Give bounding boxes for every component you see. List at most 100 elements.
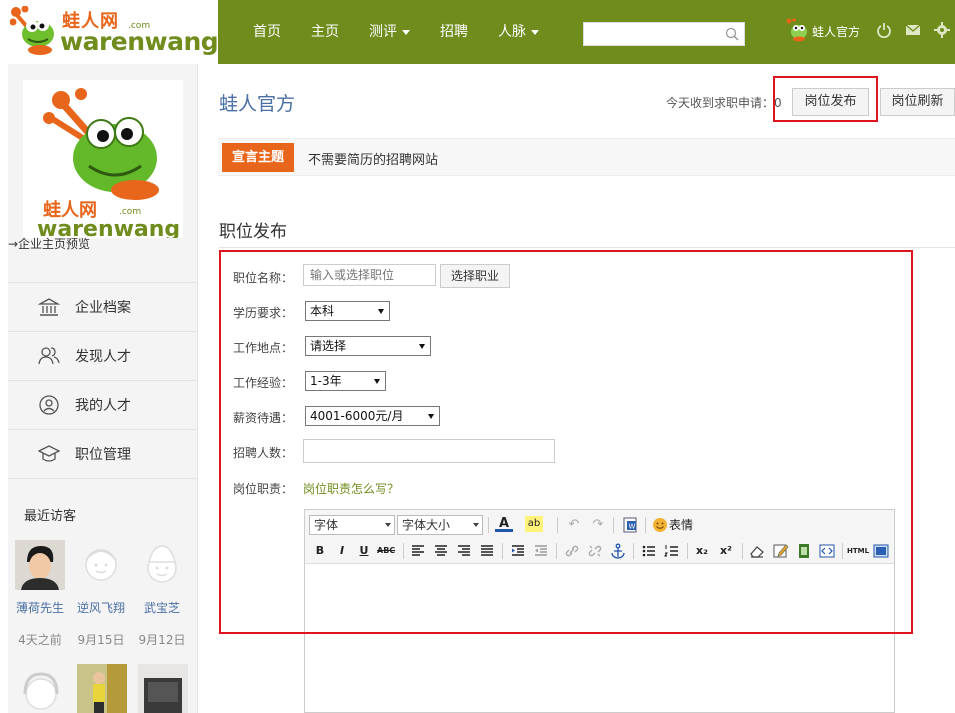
sidebar-item-my-talent[interactable]: 我的人才 [8, 381, 198, 430]
toolbar-divider [613, 517, 614, 533]
editor-toolbar: 字体 字体大小 A ab ↶ ↷ W 表情 B I U ABC x₂ x² HT… [305, 510, 894, 564]
search-icon[interactable] [725, 27, 739, 41]
nav-item-profile[interactable]: 主页 [296, 0, 354, 64]
nav-item-network[interactable]: 人脉 [483, 0, 554, 64]
anchor-icon[interactable] [609, 542, 627, 560]
code-icon[interactable] [818, 542, 836, 560]
visitor-avatar[interactable] [15, 540, 65, 590]
visitor-item[interactable]: 武宝芝 9月12日 [134, 540, 190, 648]
position-input[interactable] [303, 264, 436, 286]
align-right-icon[interactable] [455, 542, 473, 560]
slogan-text: 不需要简历的招聘网站 [308, 153, 439, 168]
nav-item-home[interactable]: 首页 [238, 0, 296, 64]
section-title: 职位发布 [219, 222, 287, 242]
superscript-icon[interactable]: x² [717, 542, 735, 560]
toolbar-divider [488, 517, 489, 533]
education-select[interactable]: 本科 [305, 301, 390, 321]
toolbar-divider [842, 543, 843, 559]
underline-icon[interactable]: U [355, 542, 373, 560]
nav-item-recruit[interactable]: 招聘 [425, 0, 483, 64]
position-label: 职位名称： [233, 271, 294, 285]
fullscreen-icon[interactable] [872, 542, 890, 560]
duty-label: 岗位职责： [233, 482, 294, 496]
company-logo[interactable]: 蛙人网 .com warenwang [23, 80, 183, 242]
redo-icon[interactable]: ↷ [589, 516, 607, 534]
html-source-icon[interactable]: HTML [847, 542, 869, 560]
eraser-icon[interactable] [748, 542, 766, 560]
company-homepage-preview-link[interactable]: →企业主页预览 [8, 235, 118, 252]
numbered-list-icon[interactable] [663, 542, 681, 560]
chevron-down-icon [473, 523, 479, 527]
gear-icon[interactable] [934, 22, 950, 38]
salary-select[interactable]: 4001-6000元/月 [305, 406, 440, 426]
bullet-list-icon[interactable] [640, 542, 658, 560]
align-center-icon[interactable] [432, 542, 450, 560]
emoji-icon[interactable] [651, 516, 669, 534]
italic-icon[interactable]: I [333, 542, 351, 560]
bank-icon [38, 298, 60, 316]
slogan-bar: 宣言主题 不需要简历的招聘网站 [218, 138, 955, 176]
paste-word-icon[interactable]: W [621, 516, 639, 534]
editor-content-area[interactable] [305, 564, 894, 713]
bold-icon[interactable]: B [311, 542, 329, 560]
experience-label: 工作经验： [233, 376, 294, 390]
search-box [583, 22, 745, 46]
visitor-item[interactable]: 逆风飞翔 9月15日 [73, 540, 129, 648]
choose-occupation-button[interactable]: 选择职业 [440, 264, 510, 288]
video-icon[interactable] [795, 542, 813, 560]
duty-help-link[interactable]: 岗位职责怎么写？ [303, 480, 399, 497]
user-name[interactable]: 蛙人官方 [812, 23, 860, 40]
people-icon [38, 347, 60, 365]
default-avatar-icon[interactable] [76, 540, 126, 590]
outdent-icon[interactable] [532, 542, 550, 560]
undo-icon[interactable]: ↶ [565, 516, 583, 534]
person-icon [39, 395, 59, 415]
visitor-avatar[interactable] [77, 664, 127, 713]
headcount-input[interactable] [303, 439, 555, 463]
chevron-down-icon [428, 414, 434, 419]
visitor-avatar[interactable] [138, 664, 188, 713]
mail-icon[interactable] [905, 22, 921, 38]
chevron-down-icon [378, 309, 384, 314]
location-select[interactable]: 请选择 [305, 336, 431, 356]
strikethrough-icon[interactable]: ABC [377, 542, 395, 560]
education-label: 学历要求： [233, 306, 294, 320]
applications-count-text: 今天收到求职申请：0 [666, 96, 782, 110]
site-logo[interactable]: 蛙人网 .com warenwang [0, 0, 219, 64]
align-justify-icon[interactable] [478, 542, 496, 560]
svg-text:W: W [629, 523, 636, 531]
font-family-select[interactable]: 字体 [309, 515, 395, 535]
link-icon[interactable] [563, 542, 581, 560]
search-input[interactable] [584, 23, 719, 45]
chevron-down-icon [419, 344, 425, 349]
recent-visitors-title: 最近访客 [24, 509, 77, 524]
unlink-icon[interactable] [586, 542, 604, 560]
indent-icon[interactable] [509, 542, 527, 560]
align-left-icon[interactable] [409, 542, 427, 560]
highlight-color-icon[interactable]: ab [525, 516, 543, 532]
rich-text-editor: 字体 字体大小 A ab ↶ ↷ W 表情 B I U ABC x₂ x² HT… [304, 509, 895, 713]
font-size-select[interactable]: 字体大小 [397, 515, 483, 535]
visitor-avatar[interactable] [16, 664, 66, 713]
experience-select[interactable]: 1-3年 [305, 371, 386, 391]
power-icon[interactable] [876, 22, 892, 38]
section-divider [219, 247, 955, 248]
slogan-tag: 宣言主题 [222, 143, 295, 172]
page-title: 蛙人官方 [219, 93, 296, 115]
location-label: 工作地点： [233, 341, 294, 355]
sidebar-item-company-profile[interactable]: 企业档案 [8, 283, 198, 332]
edit-icon[interactable] [772, 542, 790, 560]
publish-job-button[interactable]: 岗位发布 [792, 88, 869, 116]
user-avatar-icon[interactable] [786, 18, 808, 42]
refresh-jobs-button[interactable]: 岗位刷新 [880, 88, 955, 116]
default-avatar-icon[interactable] [137, 540, 187, 590]
sidebar-item-find-talent[interactable]: 发现人才 [8, 332, 198, 381]
font-color-icon[interactable]: A [495, 516, 513, 532]
sidebar: 蛙人网 .com warenwang →企业主页预览 企业档案 发现人才 我的人… [8, 64, 198, 713]
visitor-item[interactable]: 薄荷先生 4天之前 [12, 540, 68, 648]
chevron-down-icon [374, 379, 380, 384]
emoji-label[interactable]: 表情 [669, 516, 693, 533]
subscript-icon[interactable]: x₂ [693, 542, 711, 560]
nav-item-assessment[interactable]: 测评 [354, 0, 425, 64]
sidebar-item-job-management[interactable]: 职位管理 [8, 430, 198, 479]
